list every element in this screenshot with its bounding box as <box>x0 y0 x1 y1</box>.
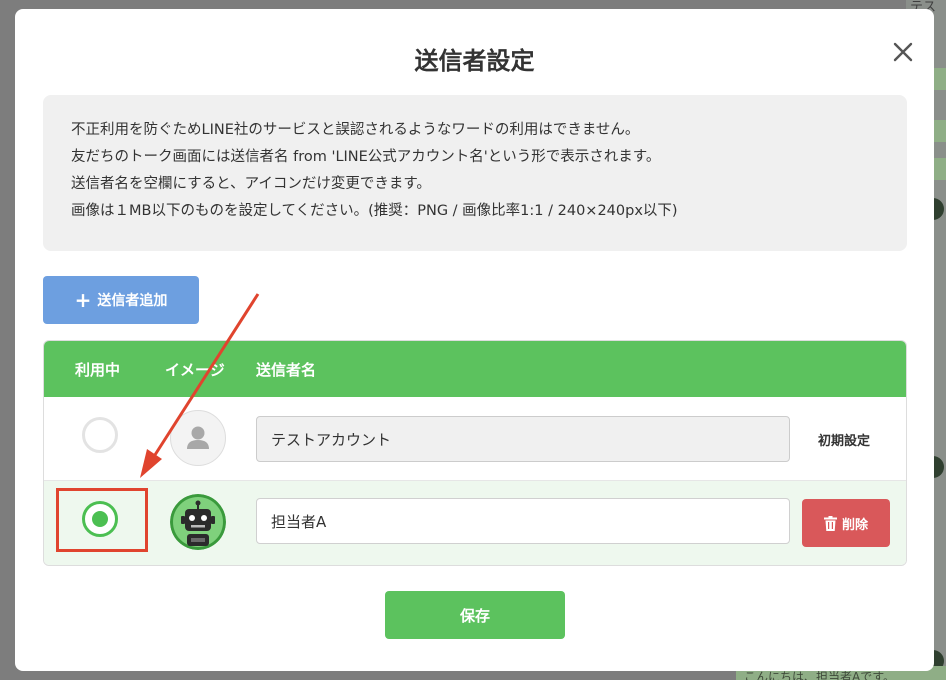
sender-settings-modal: 送信者設定 不正利用を防ぐためLINE社のサービスと誤認されるようなワードの利用… <box>15 9 934 671</box>
add-sender-button[interactable]: + 送信者追加 <box>43 276 199 324</box>
table-row: 削除 <box>44 481 906 565</box>
save-button[interactable]: 保存 <box>385 591 565 639</box>
table-row: 初期設定 <box>44 397 906 481</box>
in-use-radio[interactable] <box>82 417 118 453</box>
plus-icon: + <box>74 288 92 312</box>
annotation-highlight-box <box>56 488 148 552</box>
modal-title: 送信者設定 <box>414 47 535 75</box>
notice-line: 不正利用を防ぐためLINE社のサービスと誤認されるようなワードの利用はできません… <box>71 122 640 138</box>
default-setting-label: 初期設定 <box>818 434 871 449</box>
default-user-icon[interactable] <box>170 410 226 466</box>
trash-icon <box>823 515 837 531</box>
sender-name-input[interactable] <box>256 498 790 544</box>
header-in-use: 利用中 <box>75 361 121 379</box>
notice-line: 送信者名を空欄にすると、アイコンだけ変更できます。 <box>71 176 431 192</box>
notice-line: 画像は１MB以下のものを設定してください。(推奨：PNG / 画像比率1:1 /… <box>71 203 678 219</box>
header-image: イメージ <box>165 361 225 379</box>
delete-button[interactable]: 削除 <box>802 499 890 547</box>
notice-line: 友だちのトーク画面には送信者名 from 'LINE公式アカウント名'という形で… <box>71 149 661 165</box>
notice-box: 不正利用を防ぐためLINE社のサービスと誤認されるようなワードの利用はできません… <box>43 95 907 251</box>
table-header: 利用中 イメージ 送信者名 <box>44 341 906 397</box>
header-sender-name: 送信者名 <box>256 361 317 379</box>
sender-name-input[interactable] <box>256 416 790 462</box>
sender-table: 利用中 イメージ 送信者名 初期設定 <box>43 340 907 566</box>
delete-label: 削除 <box>841 517 868 533</box>
close-icon[interactable] <box>891 40 915 64</box>
robot-avatar[interactable] <box>170 494 226 550</box>
add-sender-label: 送信者追加 <box>97 293 168 309</box>
